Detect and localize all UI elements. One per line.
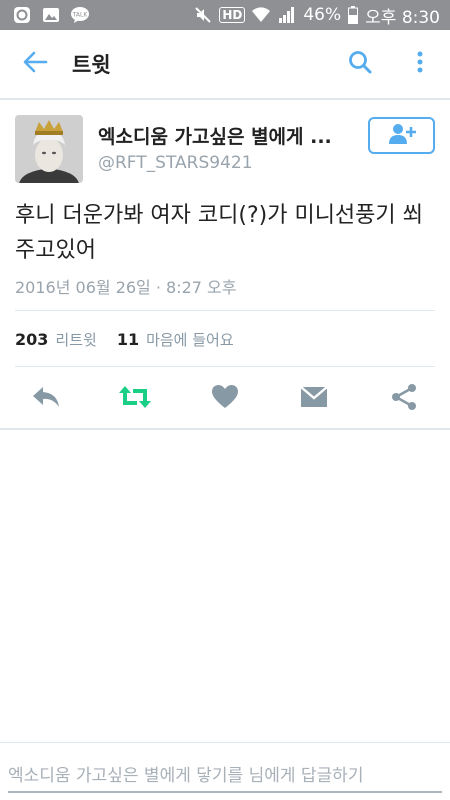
- reply-input[interactable]: 엑소디움 가고싶은 별에게 닿기를 님에게 답글하기: [8, 761, 363, 786]
- svg-text:TALK: TALK: [72, 12, 89, 19]
- retweet-button[interactable]: [119, 384, 151, 414]
- battery-percent: 46%: [303, 5, 342, 25]
- tweet-timestamp: 2016년 06월 26일 · 8:27 오후: [15, 278, 237, 297]
- mute-icon: [193, 5, 213, 25]
- avatar[interactable]: [15, 115, 83, 183]
- more-options-button[interactable]: [390, 29, 450, 99]
- retweet-icon: [118, 384, 152, 414]
- app-bar: 트윗: [0, 30, 450, 100]
- reply-icon: [31, 384, 61, 414]
- back-arrow-icon: [22, 49, 48, 79]
- add-user-icon: [387, 122, 417, 150]
- more-vert-icon: [416, 50, 424, 78]
- like-button[interactable]: [209, 384, 241, 414]
- divider: [15, 310, 435, 311]
- user-handle[interactable]: @RFT_STARS9421: [98, 153, 253, 173]
- display-name[interactable]: 엑소디움 가고싶은 별에게 ...: [98, 122, 332, 149]
- status-bar: TALK HD 46% 오후 8:30: [0, 0, 450, 30]
- reply-input-underline: [8, 791, 442, 793]
- search-icon: [347, 49, 373, 79]
- page-title: 트윗: [72, 53, 111, 77]
- gallery-icon: [41, 5, 61, 25]
- share-icon: [390, 383, 418, 415]
- back-button[interactable]: [0, 29, 70, 99]
- retweet-count-label[interactable]: 리트윗: [55, 329, 96, 350]
- like-count[interactable]: 11: [117, 330, 139, 349]
- follow-button[interactable]: [368, 117, 435, 154]
- reply-button[interactable]: [30, 384, 62, 414]
- retweet-count[interactable]: 203: [15, 330, 48, 349]
- direct-message-button[interactable]: [298, 384, 330, 414]
- divider: [0, 428, 450, 430]
- tweet-text: 후니 더운가봐 여자 코디(?)가 미니선풍기 쐬주고있어: [15, 203, 423, 263]
- divider: [15, 366, 435, 367]
- tweet-actions: [0, 376, 450, 422]
- tweet-header: 엑소디움 가고싶은 별에게 ... @RFT_STARS9421: [0, 102, 450, 187]
- hd-badge: HD: [219, 7, 246, 23]
- signal-icon: [277, 5, 297, 25]
- reply-composer: 엑소디움 가고싶은 별에게 닿기를 님에게 답글하기: [0, 742, 450, 800]
- heart-icon: [211, 384, 239, 414]
- clock: 오후 8:30: [365, 7, 440, 28]
- wifi-icon: [251, 5, 271, 25]
- battery-icon: [347, 5, 359, 25]
- like-count-label[interactable]: 마음에 들어요: [146, 329, 234, 350]
- app-notification-icon: [12, 5, 32, 25]
- tweet-detail: 엑소디움 가고싶은 별에게 ... @RFT_STARS9421 후니 더운가봐…: [0, 102, 450, 430]
- search-button[interactable]: [330, 29, 390, 99]
- talk-icon: TALK: [70, 5, 90, 25]
- tweet-stats: 203 리트윗 11 마음에 들어요: [15, 329, 234, 350]
- message-icon: [299, 385, 329, 413]
- share-button[interactable]: [388, 384, 420, 414]
